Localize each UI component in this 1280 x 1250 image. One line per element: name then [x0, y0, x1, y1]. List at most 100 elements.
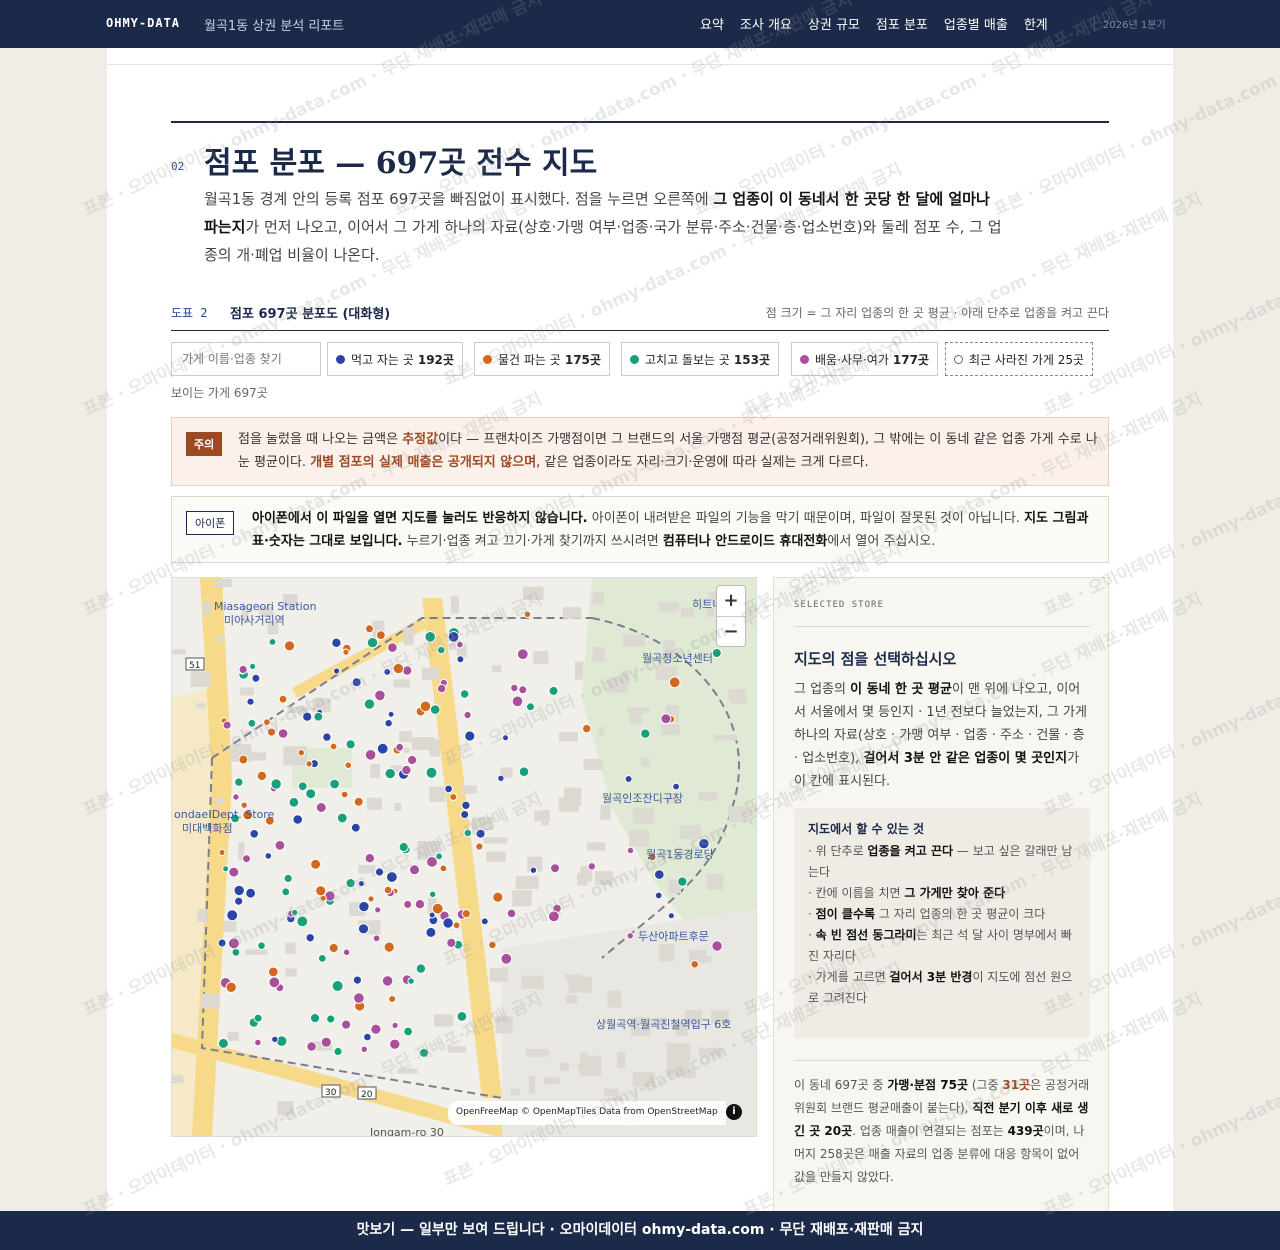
store-dot[interactable]	[711, 648, 722, 658]
store-dot[interactable]	[366, 636, 379, 649]
store-dot[interactable]	[626, 932, 634, 940]
store-dot[interactable]	[309, 1013, 321, 1024]
store-dot[interactable]	[331, 980, 344, 992]
zoom-out-button[interactable]: −	[717, 616, 745, 646]
nav-store-distribution[interactable]: 점포 분포	[876, 14, 928, 33]
store-dot[interactable]	[249, 662, 257, 671]
store-dot[interactable]	[266, 727, 277, 737]
store-dot[interactable]	[238, 664, 248, 675]
store-dot[interactable]	[672, 782, 681, 791]
store-dot[interactable]	[446, 937, 457, 948]
store-dot[interactable]	[381, 975, 394, 987]
store-dot[interactable]	[218, 848, 226, 856]
store-dot[interactable]	[452, 921, 461, 930]
store-dot[interactable]	[320, 1036, 332, 1048]
store-dot[interactable]	[409, 864, 420, 876]
store-dot[interactable]	[351, 677, 362, 688]
store-dot[interactable]	[315, 885, 327, 897]
store-dot[interactable]	[500, 952, 513, 965]
store-dot[interactable]	[370, 1023, 382, 1035]
store-dot[interactable]	[217, 938, 227, 948]
store-dot[interactable]	[363, 698, 376, 710]
store-dot[interactable]	[428, 890, 437, 899]
store-dot[interactable]	[429, 704, 441, 715]
store-dot[interactable]	[226, 909, 239, 922]
store-dot[interactable]	[386, 871, 398, 883]
store-dot[interactable]	[444, 784, 454, 794]
store-dot[interactable]	[297, 749, 306, 757]
store-dot[interactable]	[677, 876, 688, 887]
store-dot[interactable]	[238, 754, 249, 765]
store-dot[interactable]	[660, 713, 672, 725]
store-dot[interactable]	[367, 895, 375, 903]
filter-chip-repair-care[interactable]: 고치고 돌보는 곳 153곳	[621, 342, 780, 376]
store-dot[interactable]	[372, 934, 381, 943]
store-dot[interactable]	[548, 910, 560, 923]
store-dot[interactable]	[414, 899, 426, 910]
store-dot[interactable]	[234, 896, 244, 906]
store-dot[interactable]	[317, 954, 327, 963]
store-dot[interactable]	[233, 884, 245, 897]
store-dot[interactable]	[364, 749, 377, 761]
store-dot[interactable]	[667, 912, 675, 920]
store-dot[interactable]	[502, 734, 509, 742]
store-dot[interactable]	[376, 742, 389, 755]
store-dot[interactable]	[383, 668, 392, 676]
store-dot[interactable]	[425, 926, 437, 938]
store-dot[interactable]	[459, 689, 470, 699]
map-attribution[interactable]: OpenFreeMap © OpenMapTiles Data from Ope…	[448, 1101, 726, 1125]
store-dot[interactable]	[461, 909, 471, 919]
store-dot[interactable]	[222, 720, 232, 730]
store-dot[interactable]	[582, 723, 592, 734]
filter-chip-education-office-leisure[interactable]: 배움·사무·여가 177곳	[791, 342, 938, 376]
store-dot[interactable]	[492, 891, 504, 903]
store-dot[interactable]	[328, 942, 339, 954]
store-dot[interactable]	[497, 774, 505, 783]
store-dot[interactable]	[384, 719, 393, 728]
store-search-input[interactable]	[171, 342, 321, 376]
store-dot[interactable]	[245, 887, 256, 899]
store-dot[interactable]	[640, 728, 651, 739]
store-dot[interactable]	[263, 718, 271, 726]
store-dot[interactable]	[322, 732, 332, 742]
nav-overview[interactable]: 조사 개요	[740, 14, 792, 33]
store-dot[interactable]	[384, 767, 396, 780]
store-dot[interactable]	[526, 702, 535, 712]
store-dot[interactable]	[254, 1038, 262, 1047]
store-dot[interactable]	[391, 1021, 399, 1029]
store-dot[interactable]	[392, 662, 405, 675]
brand-logo[interactable]: OHMY-DATA	[106, 16, 180, 30]
store-dot[interactable]	[711, 940, 723, 952]
store-dot[interactable]	[506, 908, 517, 919]
store-dot[interactable]	[463, 710, 472, 720]
nav-limits[interactable]: 한계	[1024, 14, 1048, 33]
store-dot[interactable]	[550, 863, 560, 874]
store-dot[interactable]	[460, 810, 470, 819]
store-dot[interactable]	[449, 793, 458, 801]
store-dot[interactable]	[439, 864, 448, 873]
store-dot[interactable]	[305, 933, 315, 943]
store-dot[interactable]	[668, 676, 681, 689]
store-dot[interactable]	[306, 1041, 317, 1052]
store-dot[interactable]	[437, 645, 446, 655]
store-dot[interactable]	[374, 689, 386, 702]
store-dot[interactable]	[342, 948, 351, 957]
store-dot[interactable]	[283, 873, 293, 883]
nav-market-size[interactable]: 상권 규모	[808, 14, 860, 33]
store-dot[interactable]	[428, 911, 436, 919]
store-dot[interactable]	[222, 865, 230, 873]
store-dot[interactable]	[305, 788, 317, 800]
store-dot[interactable]	[456, 655, 465, 664]
store-dot[interactable]	[419, 700, 432, 713]
store-dot[interactable]	[267, 966, 279, 978]
store-dot[interactable]	[654, 891, 663, 900]
store-dot[interactable]	[415, 963, 427, 974]
store-dot[interactable]	[231, 947, 241, 957]
store-dot[interactable]	[488, 940, 497, 950]
store-dot[interactable]	[344, 761, 353, 769]
store-dot[interactable]	[217, 1037, 229, 1049]
store-dot[interactable]	[529, 866, 538, 874]
store-dot[interactable]	[257, 941, 266, 951]
store-dot[interactable]	[456, 1011, 468, 1022]
store-dot[interactable]	[331, 637, 342, 649]
